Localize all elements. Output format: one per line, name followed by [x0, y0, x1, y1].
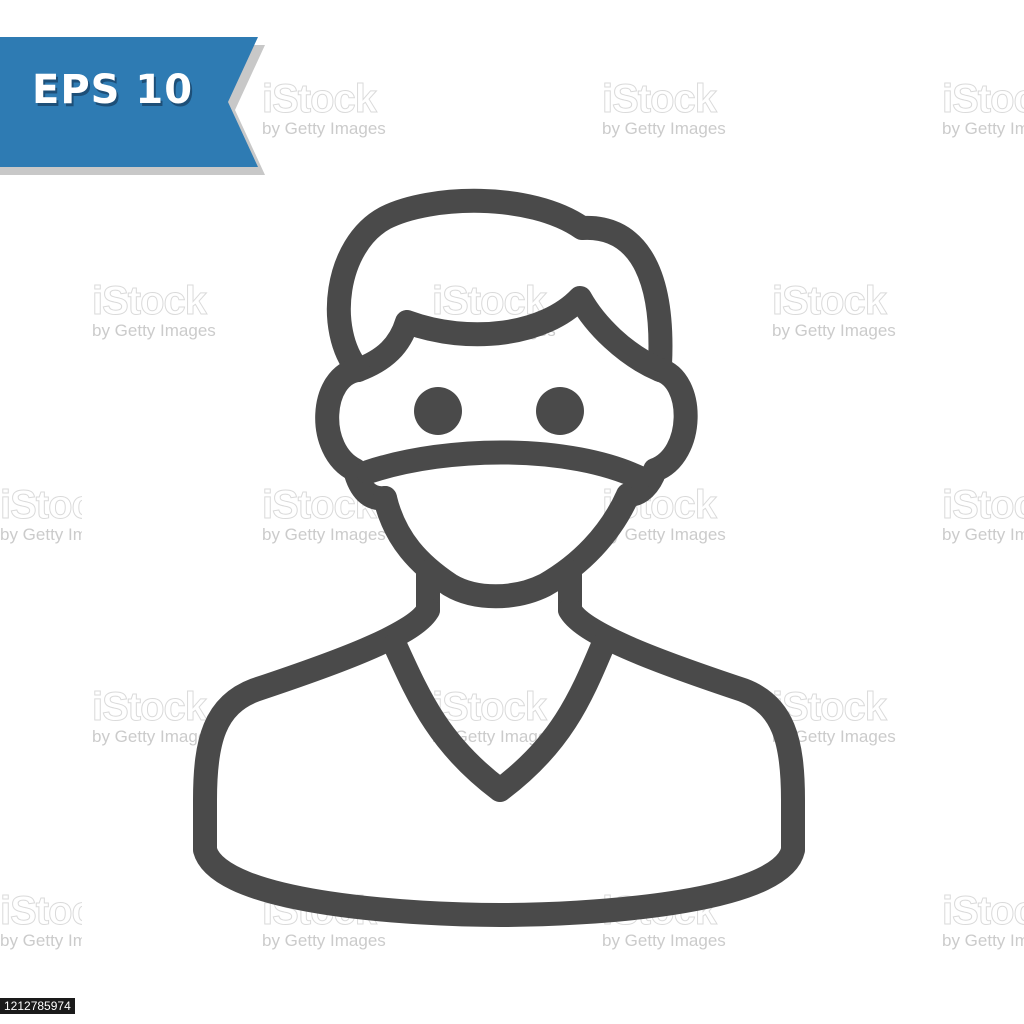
image-id-label: 1212785974 — [0, 998, 75, 1014]
collar — [383, 633, 615, 802]
person-wearing-face-mask-icon — [193, 188, 805, 927]
mask-top — [356, 440, 652, 490]
torso — [193, 598, 805, 927]
stock-image-page: EPS 10 iStock by Getty Images iStock by … — [0, 0, 1024, 1024]
hair-fringe — [346, 286, 672, 382]
right-eye — [536, 387, 584, 435]
left-eye — [414, 387, 462, 435]
